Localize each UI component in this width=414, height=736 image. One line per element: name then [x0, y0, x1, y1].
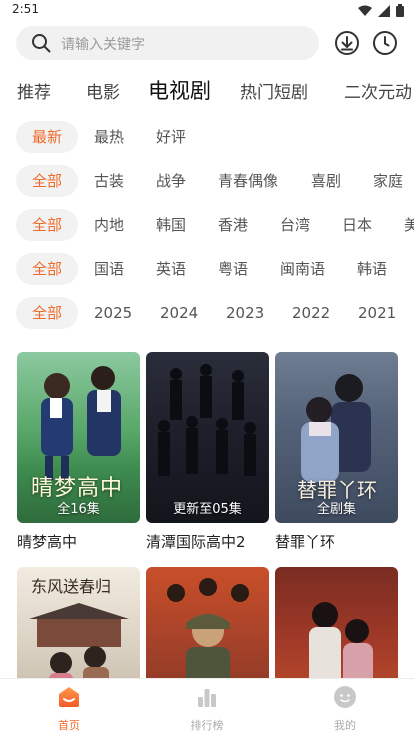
poster-title[interactable]: 晴梦高中: [17, 531, 140, 552]
poster-card[interactable]: [275, 567, 398, 678]
filter-year-2024[interactable]: 2024: [160, 297, 198, 329]
filter-region-taiwan[interactable]: 台湾: [280, 209, 310, 241]
episode-badge: 全剧集: [316, 502, 356, 517]
filter-genre-youth[interactable]: 青春偶像: [218, 165, 278, 197]
filter-year-2025[interactable]: 2025: [94, 297, 132, 329]
filter-region-usa[interactable]: 美: [404, 209, 414, 241]
episode-badge: 全16集: [57, 502, 100, 517]
tab-movie[interactable]: 电影: [86, 78, 120, 103]
filter-year-2021[interactable]: 2021: [358, 297, 396, 329]
filter-year-all[interactable]: 全部: [16, 297, 78, 329]
filter-region-hongkong[interactable]: 香港: [218, 209, 248, 241]
poster-card[interactable]: 晴梦高中 全16集 晴梦高中: [17, 352, 140, 552]
poster-card[interactable]: 替罪丫环 全剧集 替罪丫环: [275, 352, 398, 552]
filter-genre-comedy[interactable]: 喜剧: [311, 165, 341, 197]
download-icon[interactable]: [334, 30, 360, 56]
poster-card[interactable]: 东风送春归: [17, 567, 140, 678]
status-time: 2:51: [12, 2, 39, 16]
poster-title[interactable]: 替罪丫环: [275, 531, 398, 552]
filter-row-year: 全部 2025 2024 2023 2022 2021: [0, 297, 414, 331]
filter-row-genre: 全部 古装 战争 青春偶像 喜剧 家庭: [0, 165, 414, 199]
home-icon: [59, 687, 79, 707]
ranking-icon: [198, 689, 216, 707]
filter-sort-latest[interactable]: 最新: [16, 121, 78, 153]
filter-sort-top-rated[interactable]: 好评: [156, 121, 186, 153]
filter-language-english[interactable]: 英语: [156, 253, 186, 285]
poster-title[interactable]: 清潭国际高中2: [146, 531, 269, 552]
poster-image[interactable]: 晴梦高中 全16集: [17, 352, 140, 523]
filter-language-mandarin[interactable]: 国语: [94, 253, 124, 285]
poster-image[interactable]: [146, 567, 269, 678]
search-bar[interactable]: 请输入关键字: [16, 26, 319, 60]
nav-profile-label: 我的: [334, 719, 356, 732]
filter-year-2022[interactable]: 2022: [292, 297, 330, 329]
poster-grid: 晴梦高中 全16集 晴梦高中 更新至05集 清潭国际高中2 替罪丫环 全剧集 替…: [0, 350, 414, 678]
filter-region-all[interactable]: 全部: [16, 209, 78, 241]
profile-icon: [334, 686, 356, 708]
tab-short-drama[interactable]: 热门短剧: [240, 78, 308, 103]
filter-year-2023[interactable]: 2023: [226, 297, 264, 329]
filter-language-minnan[interactable]: 闽南语: [280, 253, 325, 285]
search-icon: [32, 34, 51, 53]
poster-image[interactable]: [275, 567, 398, 678]
filter-region-mainland[interactable]: 内地: [94, 209, 124, 241]
filter-language-all[interactable]: 全部: [16, 253, 78, 285]
filter-sort-hottest[interactable]: 最热: [94, 121, 124, 153]
poster-card[interactable]: [146, 567, 269, 678]
tab-recommend[interactable]: 推荐: [17, 78, 51, 103]
poster-card[interactable]: 更新至05集 清潭国际高中2: [146, 352, 269, 552]
filter-genre-war[interactable]: 战争: [156, 165, 186, 197]
filter-region-japan[interactable]: 日本: [342, 209, 372, 241]
filter-row-language: 全部 国语 英语 粤语 闽南语 韩语: [0, 253, 414, 287]
category-tabs: 推荐 电影 电视剧 热门短剧 二次元动: [0, 72, 414, 108]
nav-home-label: 首页: [58, 719, 80, 732]
filter-region-korea[interactable]: 韩国: [156, 209, 186, 241]
tab-anime[interactable]: 二次元动: [344, 78, 412, 103]
nav-home[interactable]: 首页: [29, 685, 109, 733]
poster-image[interactable]: 东风送春归: [17, 567, 140, 678]
nav-profile[interactable]: 我的: [305, 685, 385, 733]
filter-language-cantonese[interactable]: 粤语: [218, 253, 248, 285]
battery-icon: [396, 4, 404, 17]
tab-tv-series[interactable]: 电视剧: [148, 75, 211, 105]
poster-image[interactable]: 更新至05集: [146, 352, 269, 523]
history-clock-icon[interactable]: [372, 30, 398, 56]
filter-genre-costume[interactable]: 古装: [94, 165, 124, 197]
poster-image[interactable]: 替罪丫环 全剧集: [275, 352, 398, 523]
status-bar: 2:51: [0, 0, 414, 24]
filter-genre-family[interactable]: 家庭: [373, 165, 403, 197]
filter-language-korean[interactable]: 韩语: [357, 253, 387, 285]
filter-genre-all[interactable]: 全部: [16, 165, 78, 197]
bottom-navigation: 首页 排行榜 我的: [0, 678, 414, 736]
status-icons: [358, 4, 404, 17]
episode-badge: 更新至05集: [173, 502, 242, 517]
filter-row-region: 全部 内地 韩国 香港 台湾 日本 美: [0, 209, 414, 243]
search-input[interactable]: 请输入关键字: [61, 34, 145, 54]
nav-ranking-label: 排行榜: [190, 719, 224, 732]
signal-icon: [378, 4, 390, 17]
filter-row-sort: 最新 最热 好评: [0, 121, 414, 155]
poster-art-text: 东风送春归: [31, 577, 112, 596]
wifi-icon: [358, 5, 372, 16]
nav-ranking[interactable]: 排行榜: [167, 685, 247, 733]
